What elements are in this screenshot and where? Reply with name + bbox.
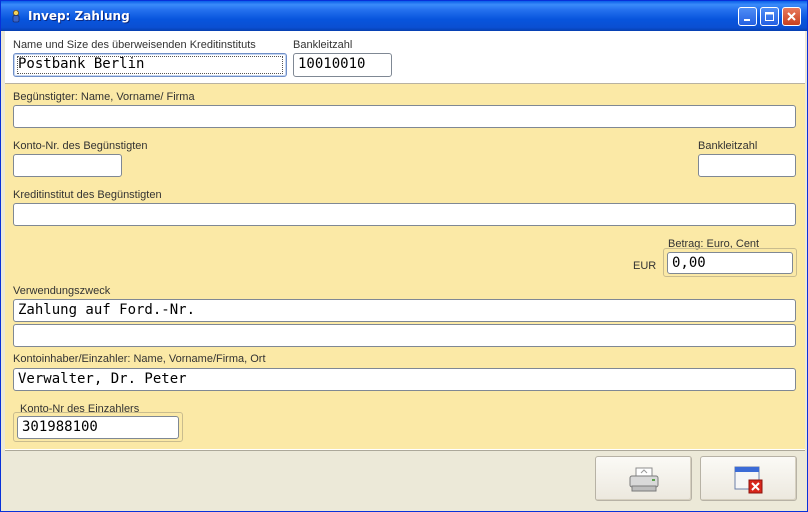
bank-blz-label: Bankleitzahl xyxy=(293,39,353,51)
beneficiary-name-input[interactable] xyxy=(13,105,796,128)
beneficiary-institute-input[interactable] xyxy=(13,203,796,226)
purpose-line2-input[interactable] xyxy=(13,324,796,347)
close-dialog-button[interactable] xyxy=(700,456,797,501)
bank-name-value: Postbank Berlin xyxy=(18,56,145,72)
beneficiary-name-label: Begünstigter: Name, Vorname/ Firma xyxy=(13,91,195,103)
print-button[interactable] xyxy=(595,456,692,501)
beneficiary-account-label: Konto-Nr. des Begünstigten xyxy=(13,140,148,152)
currency-label: EUR xyxy=(633,260,657,272)
payer-name-input[interactable]: Verwalter, Dr. Peter xyxy=(13,368,796,391)
purpose-line1-value: Zahlung auf Ford.-Nr. xyxy=(18,302,196,318)
bank-name-label: Name und Size des überweisenden Kreditin… xyxy=(13,39,256,51)
bank-blz-input[interactable]: 10010010 xyxy=(293,53,392,77)
beneficiary-blz-label: Bankleitzahl xyxy=(698,140,758,152)
purpose-line1-input[interactable]: Zahlung auf Ford.-Nr. xyxy=(13,299,796,322)
title-bar[interactable]: Invep: Zahlung xyxy=(1,1,807,31)
beneficiary-account-input[interactable] xyxy=(13,154,122,177)
window-title: Invep: Zahlung xyxy=(28,9,130,23)
minimize-icon xyxy=(744,19,750,21)
purpose-label: Verwendungszweck xyxy=(13,285,111,297)
payer-name-label: Kontoinhaber/Einzahler: Name, Vorname/Fi… xyxy=(13,353,266,365)
payer-account-value: 301988100 xyxy=(22,419,98,435)
maximize-icon xyxy=(765,12,774,21)
minimize-button[interactable] xyxy=(738,7,757,26)
payer-name-value: Verwalter, Dr. Peter xyxy=(18,371,187,387)
payment-window: Invep: Zahlung Name und Size des überwei… xyxy=(0,0,808,512)
maximize-button[interactable] xyxy=(760,7,779,26)
amount-value: 0,00 xyxy=(672,255,706,271)
printer-icon xyxy=(629,467,659,492)
amount-input[interactable]: 0,00 xyxy=(667,252,793,274)
beneficiary-institute-label: Kreditinstitut des Begünstigten xyxy=(13,189,162,201)
close-button[interactable] xyxy=(782,7,801,26)
bank-name-input[interactable]: Postbank Berlin xyxy=(13,53,287,77)
beneficiary-blz-input[interactable] xyxy=(698,154,796,177)
payer-account-input[interactable]: 301988100 xyxy=(17,416,179,439)
app-icon xyxy=(12,10,20,23)
window-close-icon xyxy=(734,466,763,494)
bank-blz-value: 10010010 xyxy=(298,56,366,72)
close-icon xyxy=(787,12,796,21)
